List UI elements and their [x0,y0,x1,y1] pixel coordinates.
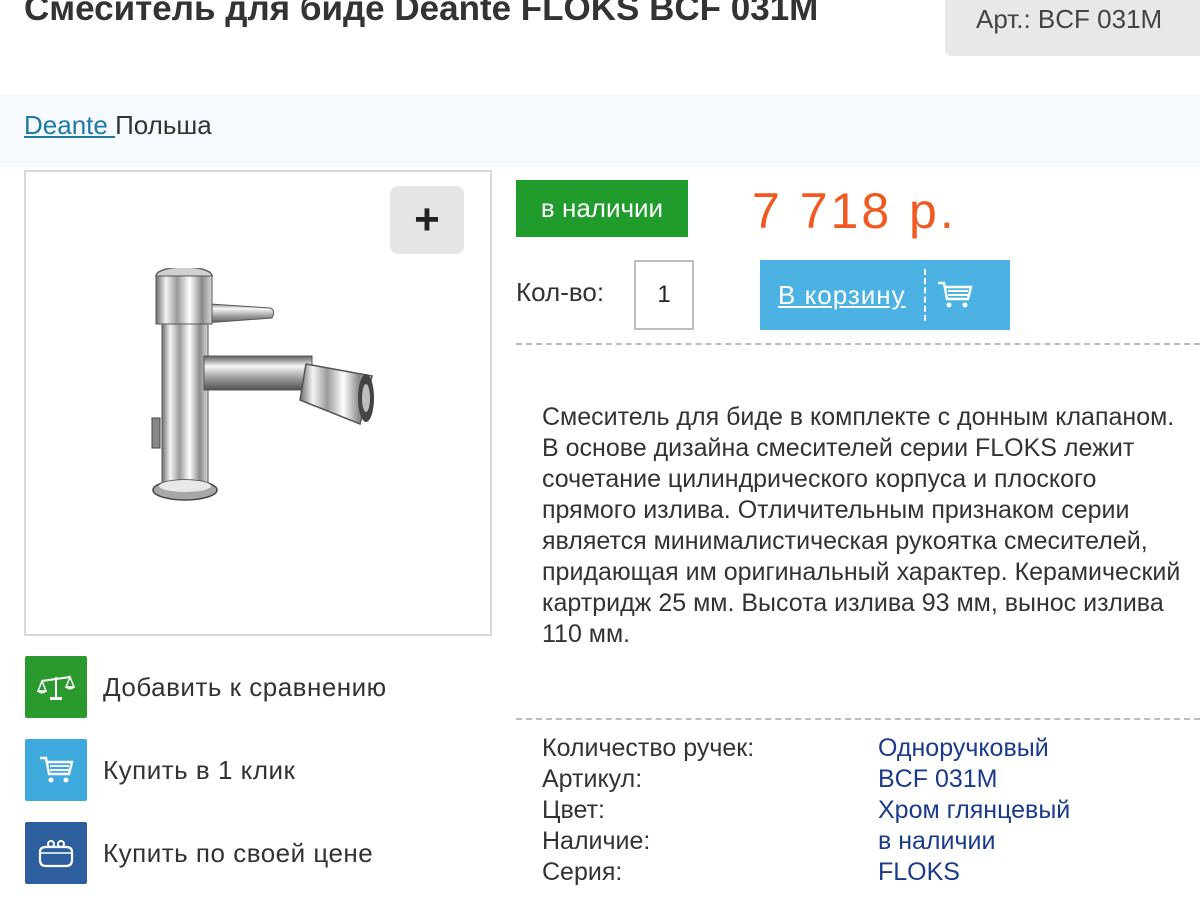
one-click-label: Купить в 1 клик [103,754,296,785]
product-image[interactable] [140,268,380,518]
spec-value: Хром глянцевый [878,796,1071,824]
add-to-cart-button[interactable]: В корзину [760,260,1010,330]
purse-icon [25,822,87,884]
quantity-input[interactable] [634,260,694,330]
one-click-action[interactable]: Купить в 1 клик [25,739,295,801]
spec-label: Цвет: [542,796,605,824]
compare-label: Добавить к сравнению [103,671,387,702]
spec-label: Артикул: [542,765,643,793]
divider [516,343,1200,345]
product-description: Смеситель для биде в комплекте с донным … [542,403,1181,648]
spec-value: Одноручковый [878,734,1049,762]
zoom-button[interactable]: + [390,186,464,254]
price: 7 718 р. [752,183,957,239]
cart-icon [936,280,974,310]
scales-icon [25,656,87,718]
spec-value: в наличии [878,827,996,855]
brand-country: Польша [115,110,212,140]
add-to-cart-label: В корзину [778,279,906,310]
own-price-label: Купить по своей цене [103,837,374,868]
brand-line: Deante Польша [24,110,212,141]
spec-row: Серия: FLOKS [542,857,1070,888]
divider [516,718,1200,720]
spec-label: Серия: [542,858,623,886]
compare-action[interactable]: Добавить к сравнению [25,656,387,718]
spec-value: FLOKS [878,858,960,886]
brand-link[interactable]: Deante [24,110,115,140]
article-number: Арт.: BCF 031M [976,4,1163,34]
stock-badge: в наличии [516,180,688,237]
spec-label: Наличие: [542,827,651,855]
spec-value: BCF 031M [878,765,998,793]
cart-button-divider [923,269,926,321]
specs-table: Количество ручек: Одноручковый Артикул: … [542,733,1070,888]
spec-label: Количество ручек: [542,734,755,762]
spec-row: Количество ручек: Одноручковый [542,733,1070,764]
spec-row: Артикул: BCF 031M [542,764,1070,795]
cart-icon [25,739,87,801]
spec-row: Цвет: Хром глянцевый [542,795,1070,826]
spec-row: Наличие: в наличии [542,826,1070,857]
own-price-action[interactable]: Купить по своей цене [25,822,373,884]
page-title: Смеситель для биде Deante FLOKS BCF 031M [24,0,819,28]
quantity-label: Кол-во: [516,277,605,307]
